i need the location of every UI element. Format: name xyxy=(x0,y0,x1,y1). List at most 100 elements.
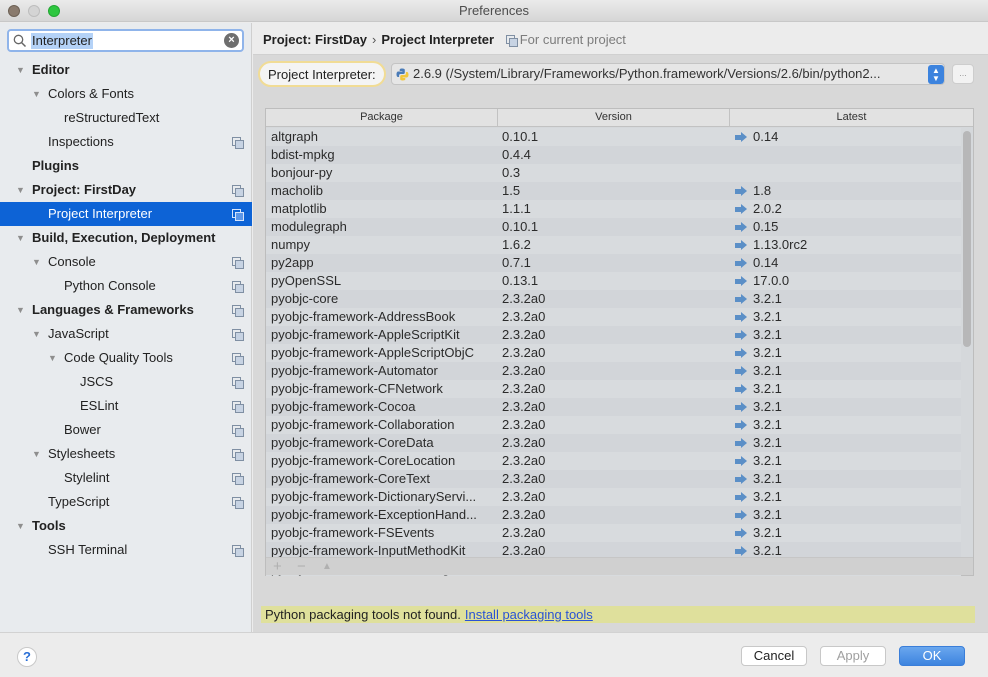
sidebar-item-jscs[interactable]: JSCS xyxy=(0,370,252,394)
table-row[interactable]: pyobjc-framework-CoreLocation 2.3.2a0 3.2.… xyxy=(266,452,961,470)
version-cell-text: 0.10.1 xyxy=(502,129,539,144)
version-cell-text: 2.3.2a0 xyxy=(502,417,546,432)
add-package-button[interactable]: + xyxy=(273,558,282,576)
sidebar-item-restructuredtext[interactable]: reStructuredText xyxy=(0,106,252,130)
remove-package-button[interactable]: − xyxy=(297,558,306,576)
project-scope-icon xyxy=(232,545,244,557)
sidebar-item-plugins[interactable]: Plugins xyxy=(0,154,252,178)
ok-button[interactable]: OK xyxy=(899,646,965,666)
help-button[interactable]: ? xyxy=(17,647,37,667)
expand-arrow-icon[interactable]: ▼ xyxy=(16,58,25,82)
latest-version-text: 3.2.1 xyxy=(753,453,782,468)
clear-search-icon[interactable]: × xyxy=(224,33,239,48)
expand-arrow-icon[interactable]: ▼ xyxy=(32,82,41,106)
package-name-cell-text: pyobjc-framework-InputMethodKit xyxy=(271,543,466,558)
package-name-cell: bonjour-py xyxy=(271,164,499,182)
apply-button[interactable]: Apply xyxy=(820,646,886,666)
sidebar-item-inspections[interactable]: Inspections xyxy=(0,130,252,154)
expand-arrow-icon[interactable]: ▼ xyxy=(32,322,41,346)
upgrade-arrow-icon xyxy=(735,276,747,286)
expand-arrow-icon[interactable]: ▼ xyxy=(48,346,57,370)
upgrade-arrow-icon xyxy=(735,456,747,466)
upgrade-package-button[interactable]: ▲ xyxy=(322,558,332,576)
expand-arrow-icon[interactable]: ▼ xyxy=(32,442,41,466)
table-row[interactable]: pyobjc-framework-AppleScriptKit 2.3.2a0 3.… xyxy=(266,326,961,344)
table-row[interactable]: pyobjc-framework-AddressBook 2.3.2a0 3.2.1 xyxy=(266,308,961,326)
table-row[interactable]: pyobjc-framework-CoreData 2.3.2a0 3.2.1 xyxy=(266,434,961,452)
sidebar-item-stylesheets[interactable]: ▼ Stylesheets xyxy=(0,442,252,466)
table-row[interactable]: pyobjc-framework-CoreText 2.3.2a0 3.2.1 xyxy=(266,470,961,488)
interpreter-settings-button[interactable]: ... xyxy=(952,64,974,84)
install-packaging-tools-link[interactable]: Install packaging tools xyxy=(465,607,593,622)
sidebar-item-project-firstday[interactable]: ▼ Project: FirstDay xyxy=(0,178,252,202)
table-row[interactable]: pyobjc-framework-Automator 2.3.2a0 3.2.1 xyxy=(266,362,961,380)
expand-arrow-icon[interactable]: ▼ xyxy=(16,298,25,322)
table-row[interactable]: bonjour-py 0.3 xyxy=(266,164,961,182)
sidebar-item-tools[interactable]: ▼ Tools xyxy=(0,514,252,538)
table-row[interactable]: modulegraph 0.10.1 0.15 xyxy=(266,218,961,236)
sidebar-item-label: TypeScript xyxy=(48,494,110,509)
table-row[interactable]: py2app 0.7.1 0.14 xyxy=(266,254,961,272)
project-interpreter-select[interactable]: 2.6.9 (/System/Library/Frameworks/Python… xyxy=(391,63,945,85)
latest-version-cell: 3.2.1 xyxy=(735,506,955,524)
column-header-version[interactable]: Version xyxy=(498,109,730,126)
close-window-button[interactable] xyxy=(8,5,20,17)
table-row[interactable]: macholib 1.5 1.8 xyxy=(266,182,961,200)
column-header-package[interactable]: Package xyxy=(266,109,498,126)
package-name-cell-text: bonjour-py xyxy=(271,165,333,180)
breadcrumb-separator: › xyxy=(372,32,377,47)
upgrade-arrow-icon xyxy=(735,492,747,502)
table-row[interactable]: bdist-mpkg 0.4.4 xyxy=(266,146,961,164)
expand-arrow-icon[interactable]: ▼ xyxy=(16,514,25,538)
latest-version-cell: 3.2.1 xyxy=(735,452,955,470)
sidebar-item-label: Editor xyxy=(32,62,70,77)
sidebar-item-bower[interactable]: Bower xyxy=(0,418,252,442)
zoom-window-button[interactable] xyxy=(48,5,60,17)
cancel-button[interactable]: Cancel xyxy=(741,646,807,666)
table-row[interactable]: pyobjc-framework-Cocoa 2.3.2a0 3.2.1 xyxy=(266,398,961,416)
packaging-warning: Python packaging tools not found. Install… xyxy=(261,606,975,623)
search-input[interactable]: Interpreter xyxy=(31,33,93,49)
package-name-cell-text: pyobjc-framework-CoreLocation xyxy=(271,453,456,468)
sidebar-item-eslint[interactable]: ESLint xyxy=(0,394,252,418)
expand-arrow-icon[interactable]: ▼ xyxy=(32,250,41,274)
table-row[interactable]: pyobjc-framework-DictionaryServi... 2.3.2… xyxy=(266,488,961,506)
settings-search-field[interactable]: Interpreter × xyxy=(7,29,244,52)
sidebar-item-console[interactable]: ▼ Console xyxy=(0,250,252,274)
table-row[interactable]: altgraph 0.10.1 0.14 xyxy=(266,128,961,146)
upgrade-arrow-icon xyxy=(735,312,747,322)
expand-arrow-icon[interactable]: ▼ xyxy=(16,178,25,202)
version-cell: 0.4.4 xyxy=(502,146,727,164)
table-row[interactable]: matplotlib 1.1.1 2.0.2 xyxy=(266,200,961,218)
sidebar-item-editor[interactable]: ▼ Editor xyxy=(0,58,252,82)
table-scrollbar[interactable] xyxy=(963,131,971,347)
version-cell: 1.6.2 xyxy=(502,236,727,254)
table-row[interactable]: pyobjc-framework-CFNetwork 2.3.2a0 3.2.1 xyxy=(266,380,961,398)
sidebar-item-code-quality-tools[interactable]: ▼ Code Quality Tools xyxy=(0,346,252,370)
upgrade-arrow-icon xyxy=(735,294,747,304)
sidebar-item-build-execution-deployment[interactable]: ▼ Build, Execution, Deployment xyxy=(0,226,252,250)
column-header-latest[interactable]: Latest xyxy=(730,109,973,126)
expand-arrow-icon[interactable]: ▼ xyxy=(16,226,25,250)
table-row[interactable]: pyobjc-framework-Collaboration 2.3.2a0 3.2… xyxy=(266,416,961,434)
package-name-cell: numpy xyxy=(271,236,499,254)
table-row[interactable]: pyobjc-core 2.3.2a0 3.2.1 xyxy=(266,290,961,308)
sidebar-item-python-console[interactable]: Python Console xyxy=(0,274,252,298)
table-row[interactable]: numpy 1.6.2 1.13.0rc2 xyxy=(266,236,961,254)
package-name-cell: pyobjc-framework-Automator xyxy=(271,362,499,380)
table-row[interactable]: pyobjc-framework-FSEvents 2.3.2a0 3.2.1 xyxy=(266,524,961,542)
sidebar-item-stylelint[interactable]: Stylelint xyxy=(0,466,252,490)
table-row[interactable]: pyOpenSSL 0.13.1 17.0.0 xyxy=(266,272,961,290)
minimize-window-button[interactable] xyxy=(28,5,40,17)
chevron-updown-icon[interactable]: ▲ ▼ xyxy=(928,65,944,84)
sidebar-item-javascript[interactable]: ▼ JavaScript xyxy=(0,322,252,346)
sidebar-item-label: Project Interpreter xyxy=(48,206,153,221)
sidebar-item-typescript[interactable]: TypeScript xyxy=(0,490,252,514)
latest-version-cell: 3.2.1 xyxy=(735,524,955,542)
sidebar-item-colors-fonts[interactable]: ▼ Colors & Fonts xyxy=(0,82,252,106)
table-row[interactable]: pyobjc-framework-AppleScriptObjC 2.3.2a0 3… xyxy=(266,344,961,362)
sidebar-item-languages-frameworks[interactable]: ▼ Languages & Frameworks xyxy=(0,298,252,322)
sidebar-item-project-interpreter[interactable]: Project Interpreter xyxy=(0,202,252,226)
table-row[interactable]: pyobjc-framework-ExceptionHand... 2.3.2a0… xyxy=(266,506,961,524)
sidebar-item-ssh-terminal[interactable]: SSH Terminal xyxy=(0,538,252,562)
